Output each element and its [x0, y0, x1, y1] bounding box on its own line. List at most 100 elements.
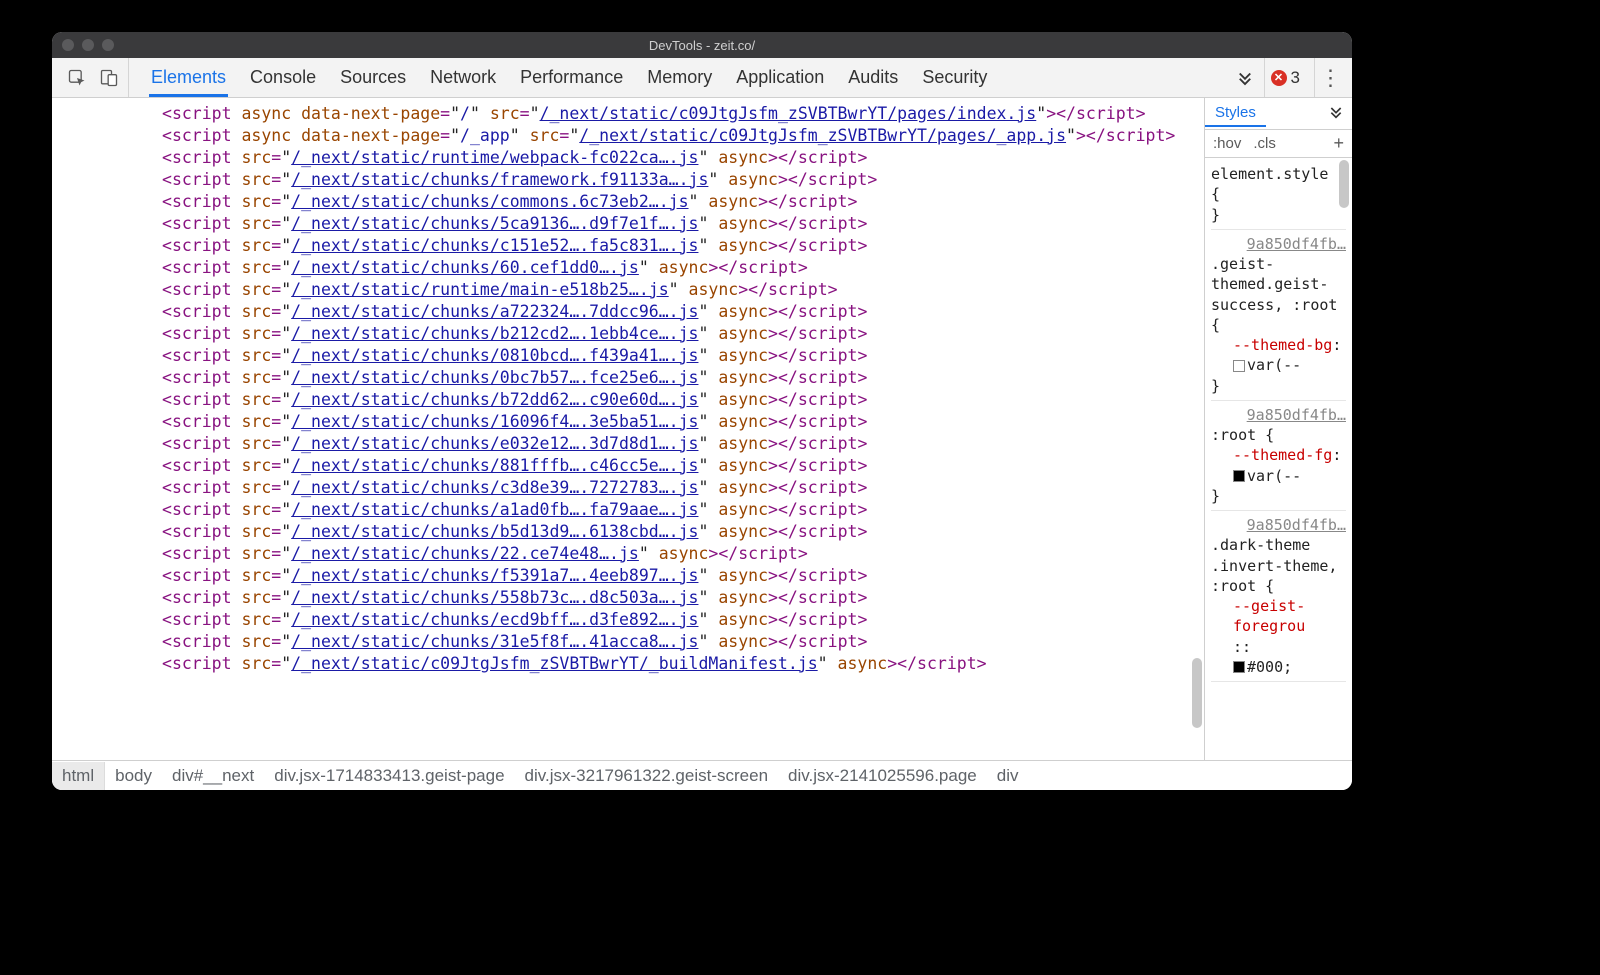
dom-node-script[interactable]: <script src="/_next/static/chunks/0810bc… — [52, 344, 1204, 366]
breadcrumb-item[interactable]: div.jsx-3217961322.geist-screen — [515, 762, 779, 790]
elements-scrollbar[interactable] — [1190, 98, 1204, 760]
src-link[interactable]: /_next/static/runtime/webpack-fc022ca….j… — [291, 148, 698, 167]
src-link[interactable]: /_next/static/c09JtgJsfm_zSVBTBwrYT/page… — [579, 126, 1066, 145]
window-titlebar: DevTools - zeit.co/ — [52, 32, 1352, 58]
dom-node-script[interactable]: <script src="/_next/static/chunks/558b73… — [52, 586, 1204, 608]
dom-node-script[interactable]: <script src="/_next/static/runtime/main-… — [52, 278, 1204, 300]
breadcrumb-item[interactable]: html — [52, 762, 105, 790]
src-link[interactable]: /_next/static/runtime/main-e518b25….js — [291, 280, 669, 299]
style-rule[interactable]: 9a850df4fb….geist-themed.geist-success, … — [1211, 234, 1346, 401]
src-link[interactable]: /_next/static/chunks/a722324….7ddcc96….j… — [291, 302, 698, 321]
dom-node-script[interactable]: <script src="/_next/static/chunks/ecd9bf… — [52, 608, 1204, 630]
dom-node-script[interactable]: <script src="/_next/static/chunks/5ca913… — [52, 212, 1204, 234]
dom-node-script[interactable]: <script src="/_next/static/chunks/31e5f8… — [52, 630, 1204, 652]
rule-source-link[interactable]: 9a850df4fb… — [1211, 405, 1346, 425]
src-link[interactable]: /_next/static/chunks/558b73c….d8c503a….j… — [291, 588, 698, 607]
tab-security[interactable]: Security — [920, 59, 989, 97]
rule-property[interactable]: --themed-bg:var(-- — [1211, 335, 1346, 376]
dom-node-script[interactable]: <script src="/_next/static/chunks/framew… — [52, 168, 1204, 190]
device-toggle-icon[interactable] — [96, 65, 122, 91]
src-link[interactable]: /_next/static/chunks/e032e12….3d7d8d1….j… — [291, 434, 698, 453]
style-rule[interactable]: element.style {} — [1211, 164, 1346, 230]
src-link[interactable]: /_next/static/chunks/c3d8e39….7272783….j… — [291, 478, 698, 497]
src-link[interactable]: /_next/static/chunks/0bc7b57….fce25e6….j… — [291, 368, 698, 387]
src-link[interactable]: /_next/static/chunks/ecd9bff….d3fe892….j… — [291, 610, 698, 629]
color-swatch[interactable] — [1233, 661, 1245, 673]
dom-node-script[interactable]: <script async data-next-page="/" src="/_… — [52, 102, 1204, 124]
styles-sidebar: Styles :hov .cls + element.style {}9a850… — [1204, 98, 1352, 760]
tab-audits[interactable]: Audits — [846, 59, 900, 97]
dom-node-script[interactable]: <script src="/_next/static/chunks/60.cef… — [52, 256, 1204, 278]
dom-node-script[interactable]: <script src="/_next/static/chunks/b72dd6… — [52, 388, 1204, 410]
breadcrumb-item[interactable]: div — [987, 762, 1029, 790]
color-swatch[interactable] — [1233, 470, 1245, 482]
breadcrumb-item[interactable]: div.jsx-1714833413.geist-page — [264, 762, 514, 790]
src-link[interactable]: /_next/static/chunks/b5d13d9….6138cbd….j… — [291, 522, 698, 541]
rule-property[interactable]: --geist-foregrou::#000; — [1211, 596, 1346, 677]
src-link[interactable]: /_next/static/chunks/881fffb….c46cc5e….j… — [291, 456, 698, 475]
rule-source-link[interactable]: 9a850df4fb… — [1211, 515, 1346, 535]
src-link[interactable]: /_next/static/chunks/commons.6c73eb2….js — [291, 192, 688, 211]
breadcrumb-item[interactable]: div#__next — [162, 762, 264, 790]
src-link[interactable]: /_next/static/chunks/f5391a7….4eeb897….j… — [291, 566, 698, 585]
breadcrumb-item[interactable]: div.jsx-2141025596.page — [778, 762, 987, 790]
dom-node-script[interactable]: <script src="/_next/static/chunks/common… — [52, 190, 1204, 212]
more-tabs-icon[interactable] — [1234, 67, 1256, 89]
error-count-badge[interactable]: ✕ 3 — [1264, 58, 1306, 97]
src-link[interactable]: /_next/static/chunks/31e5f8f….41acca8….j… — [291, 632, 698, 651]
dom-node-script[interactable]: <script src="/_next/static/chunks/a72232… — [52, 300, 1204, 322]
rule-source-link[interactable]: 9a850df4fb… — [1211, 234, 1346, 254]
tab-sources[interactable]: Sources — [338, 59, 408, 97]
src-link[interactable]: /_next/static/c09JtgJsfm_zSVBTBwrYT/_bui… — [291, 654, 818, 673]
color-swatch[interactable] — [1233, 360, 1245, 372]
style-rule[interactable]: 9a850df4fb….dark-theme .invert-theme, :r… — [1211, 515, 1346, 682]
dom-node-script[interactable]: <script async data-next-page="/_app" src… — [52, 124, 1204, 146]
error-icon: ✕ — [1271, 70, 1287, 86]
tab-elements[interactable]: Elements — [149, 59, 228, 97]
window-title: DevTools - zeit.co/ — [52, 38, 1352, 53]
src-link[interactable]: /_next/static/chunks/22.ce74e48….js — [291, 544, 639, 563]
tab-console[interactable]: Console — [248, 59, 318, 97]
src-link[interactable]: /_next/static/c09JtgJsfm_zSVBTBwrYT/page… — [540, 104, 1037, 123]
dom-node-script[interactable]: <script src="/_next/static/chunks/881fff… — [52, 454, 1204, 476]
src-link[interactable]: /_next/static/chunks/a1ad0fb….fa79aae….j… — [291, 500, 698, 519]
dom-node-script[interactable]: <script src="/_next/static/chunks/16096f… — [52, 410, 1204, 432]
hov-toggle[interactable]: :hov — [1209, 133, 1245, 154]
src-link[interactable]: /_next/static/chunks/c151e52….fa5c831….j… — [291, 236, 698, 255]
tab-network[interactable]: Network — [428, 59, 498, 97]
dom-tree[interactable]: <script async data-next-page="/" src="/_… — [52, 98, 1204, 760]
dom-node-script[interactable]: <script src="/_next/static/chunks/c3d8e3… — [52, 476, 1204, 498]
src-link[interactable]: /_next/static/chunks/5ca9136….d9f7e1f….j… — [291, 214, 698, 233]
dom-node-script[interactable]: <script src="/_next/static/chunks/22.ce7… — [52, 542, 1204, 564]
tab-application[interactable]: Application — [734, 59, 826, 97]
new-style-rule-icon[interactable]: + — [1329, 133, 1348, 154]
inspect-element-icon[interactable] — [64, 65, 90, 91]
style-rule[interactable]: 9a850df4fb…:root {--themed-fg:var(--} — [1211, 405, 1346, 511]
dom-node-script[interactable]: <script src="/_next/static/runtime/webpa… — [52, 146, 1204, 168]
dom-node-script[interactable]: <script src="/_next/static/chunks/f5391a… — [52, 564, 1204, 586]
src-link[interactable]: /_next/static/chunks/16096f4….3e5ba51….j… — [291, 412, 698, 431]
tab-performance[interactable]: Performance — [518, 59, 625, 97]
cls-toggle[interactable]: .cls — [1249, 133, 1280, 154]
settings-menu-icon[interactable]: ⋮ — [1314, 58, 1338, 97]
dom-node-script[interactable]: <script src="/_next/static/chunks/0bc7b5… — [52, 366, 1204, 388]
styles-scroll-thumb[interactable] — [1339, 160, 1349, 208]
dom-node-script[interactable]: <script src="/_next/static/chunks/b212cd… — [52, 322, 1204, 344]
dom-node-script[interactable]: <script src="/_next/static/chunks/c151e5… — [52, 234, 1204, 256]
breadcrumb-item[interactable]: body — [105, 762, 162, 790]
src-link[interactable]: /_next/static/chunks/framework.f91133a….… — [291, 170, 708, 189]
dom-node-script[interactable]: <script src="/_next/static/chunks/e032e1… — [52, 432, 1204, 454]
src-link[interactable]: /_next/static/chunks/b72dd62….c90e60d….j… — [291, 390, 698, 409]
tab-memory[interactable]: Memory — [645, 59, 714, 97]
elements-scroll-thumb[interactable] — [1192, 658, 1202, 728]
src-link[interactable]: /_next/static/chunks/0810bcd….f439a41….j… — [291, 346, 698, 365]
sidebar-more-tabs-icon[interactable] — [1320, 104, 1352, 124]
rule-property[interactable]: --themed-fg:var(-- — [1211, 445, 1346, 486]
src-link[interactable]: /_next/static/chunks/b212cd2….1ebb4ce….j… — [291, 324, 698, 343]
styles-rules[interactable]: element.style {}9a850df4fb….geist-themed… — [1205, 158, 1352, 760]
tab-styles[interactable]: Styles — [1205, 100, 1266, 127]
src-link[interactable]: /_next/static/chunks/60.cef1dd0….js — [291, 258, 639, 277]
dom-node-script[interactable]: <script src="/_next/static/c09JtgJsfm_zS… — [52, 652, 1204, 674]
dom-node-script[interactable]: <script src="/_next/static/chunks/a1ad0f… — [52, 498, 1204, 520]
dom-node-script[interactable]: <script src="/_next/static/chunks/b5d13d… — [52, 520, 1204, 542]
